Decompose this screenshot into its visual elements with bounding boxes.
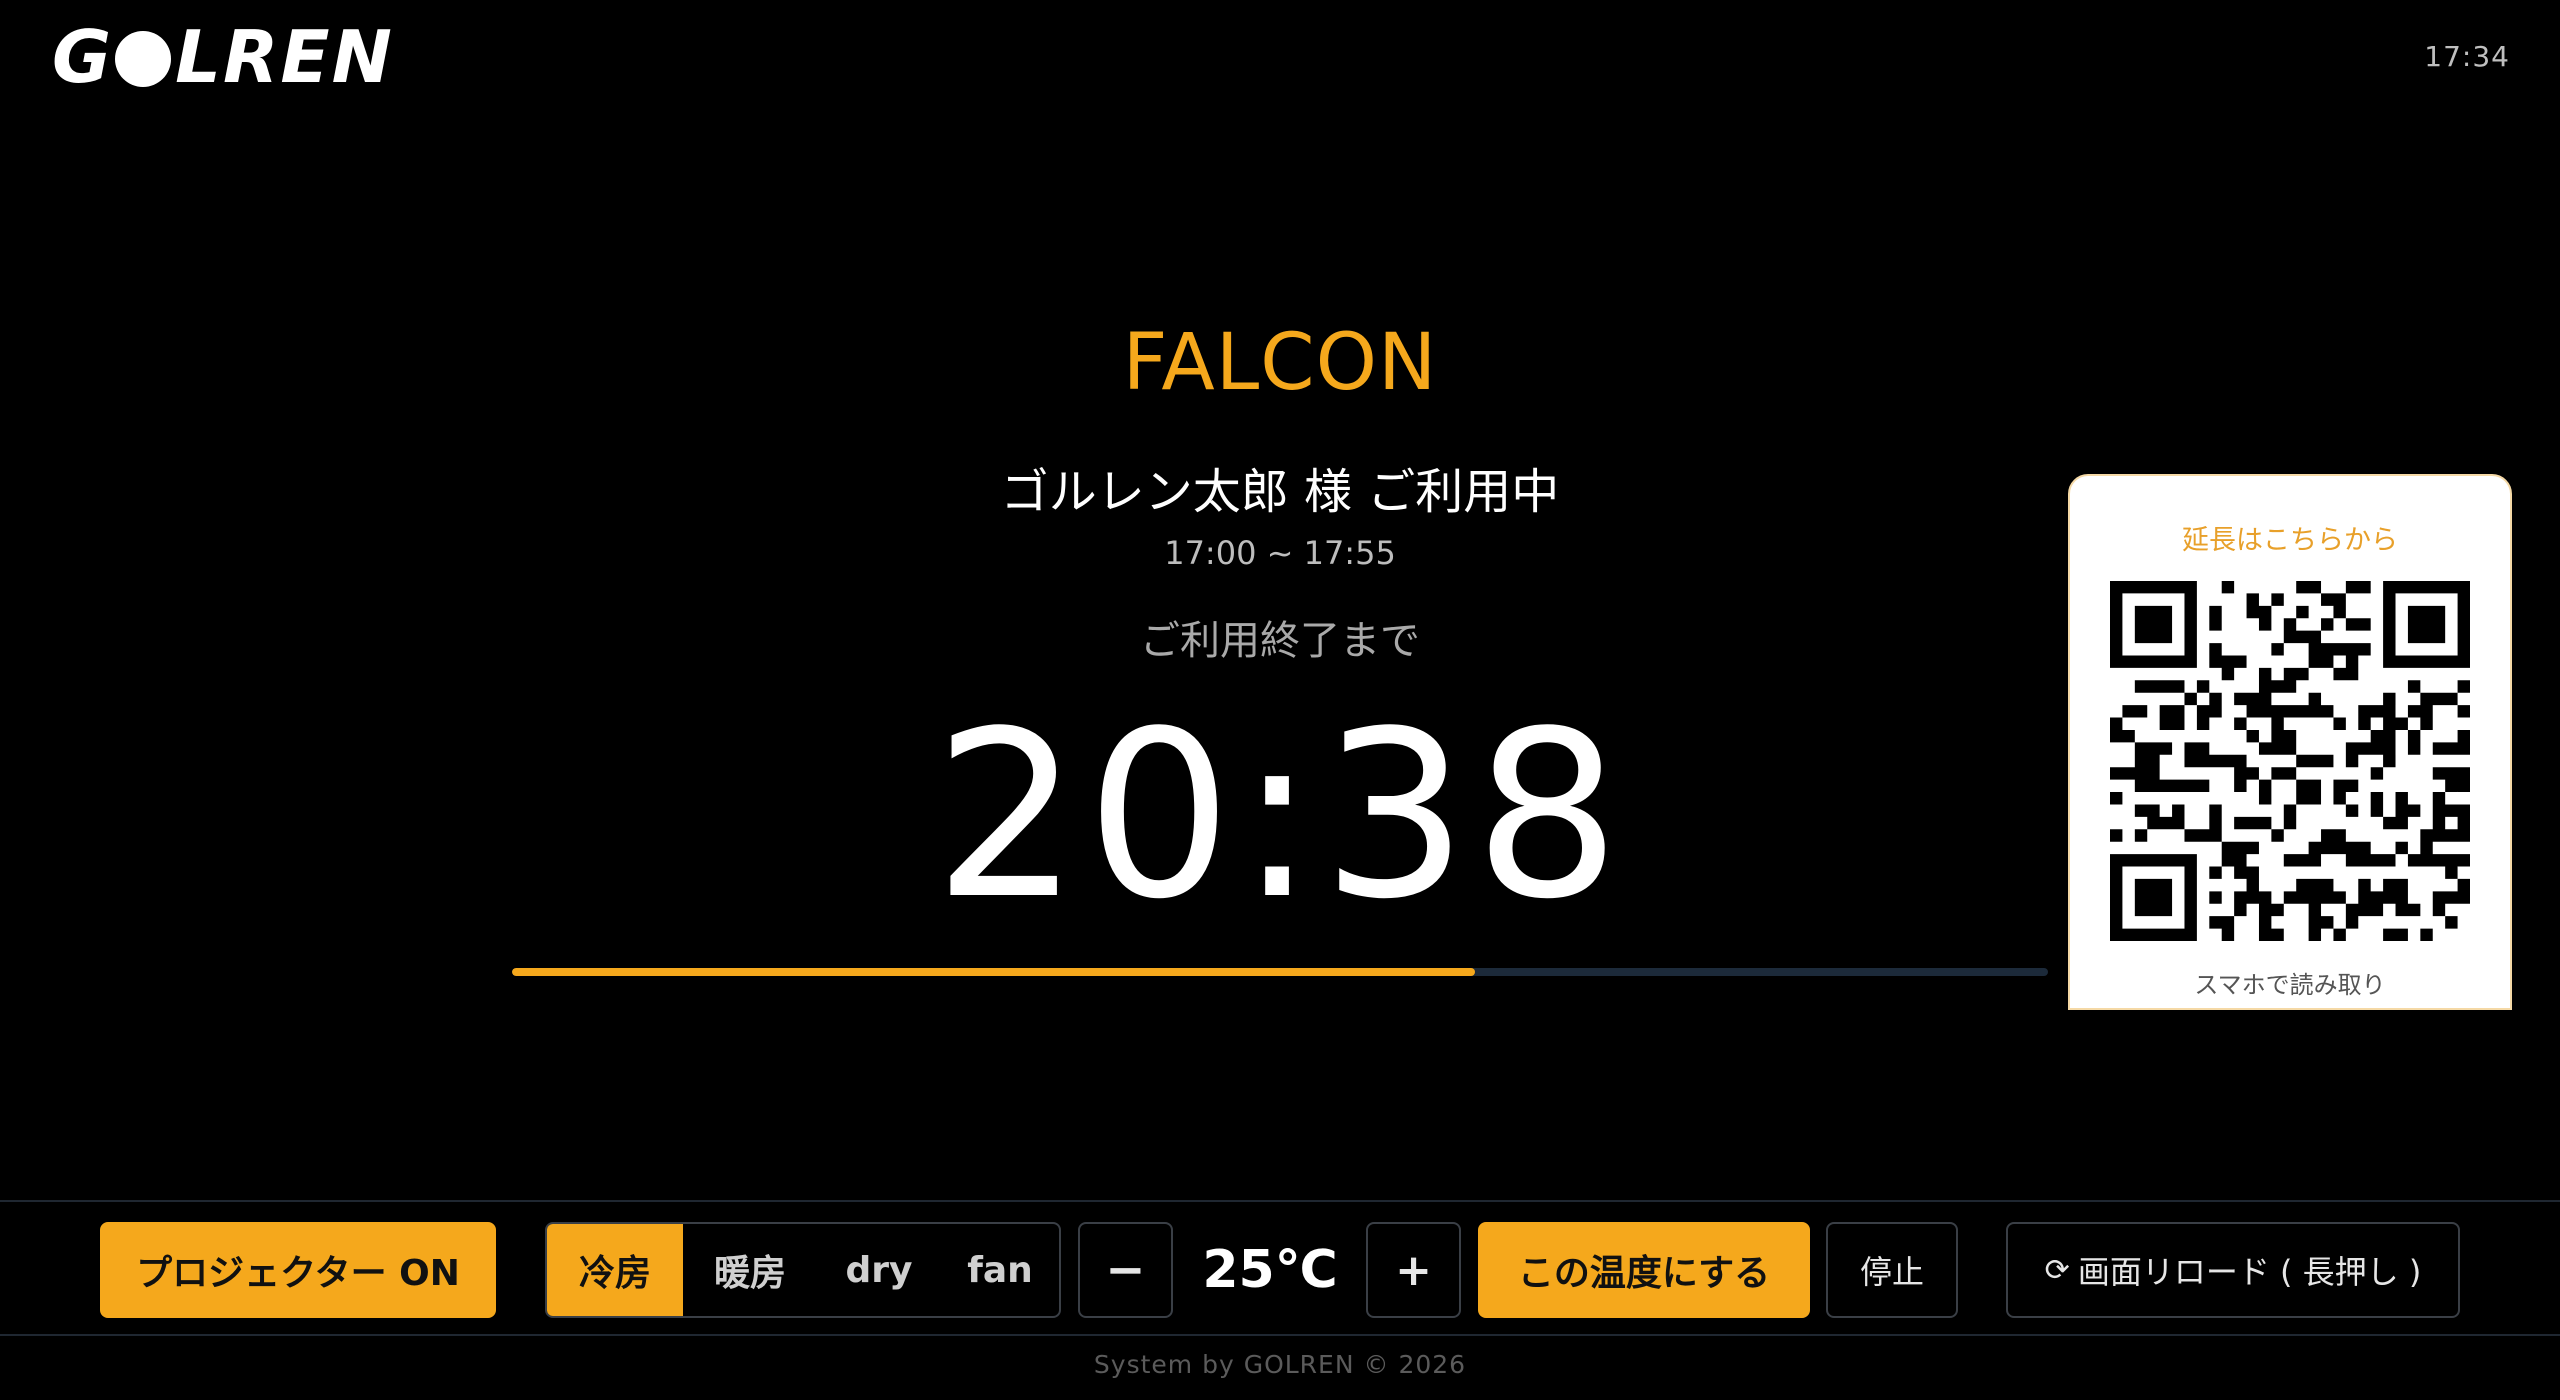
projector-on-button[interactable]: プロジェクター ON bbox=[100, 1222, 496, 1318]
qr-modules bbox=[2110, 581, 2470, 941]
qr-code-icon[interactable] bbox=[2110, 581, 2470, 941]
time-progress-bar bbox=[512, 968, 2048, 976]
apply-temperature-button[interactable]: この温度にする bbox=[1478, 1222, 1810, 1318]
room-name: FALCON bbox=[1122, 318, 1438, 408]
temperature-increase-button[interactable]: + bbox=[1366, 1222, 1461, 1318]
qr-code-graphic bbox=[2110, 581, 2470, 941]
logo-text-right: LREN bbox=[175, 15, 394, 99]
footer-credit: System by GOLREN © 2026 bbox=[1093, 1350, 1467, 1379]
mode-cool-button[interactable]: 冷房 bbox=[547, 1224, 683, 1316]
reload-icon: ⟳ bbox=[2044, 1252, 2070, 1288]
qr-title: 延長はこちらから bbox=[2182, 525, 2398, 556]
time-progress-fill bbox=[512, 968, 1476, 976]
reload-screen-button[interactable]: ⟳ 画面リロード ( 長押し ) bbox=[2006, 1222, 2460, 1318]
temperature-decrease-button[interactable]: − bbox=[1078, 1222, 1173, 1318]
logo-dot-icon bbox=[115, 31, 172, 87]
logo-text-left: G bbox=[52, 15, 114, 99]
ac-mode-selector: 冷房 暖房 dry fan bbox=[545, 1222, 1061, 1318]
control-bar: プロジェクター ON 冷房 暖房 dry fan − 25℃ + この温度にする… bbox=[0, 1200, 2560, 1336]
mode-fan-button[interactable]: fan bbox=[941, 1224, 1059, 1316]
extension-qr-card: 延長はこちらから スマホで読み取り bbox=[2068, 474, 2512, 1010]
reload-label: 画面リロード ( 長押し ) bbox=[2077, 1253, 2422, 1291]
mode-heat-button[interactable]: 暖房 bbox=[683, 1224, 817, 1316]
temperature-value: 25℃ bbox=[1202, 1240, 1338, 1300]
ac-stop-button[interactable]: 停止 bbox=[1826, 1222, 1958, 1318]
qr-caption: スマホで読み取り bbox=[2194, 971, 2386, 999]
kiosk-screen: G LREN 17:34 FALCON ゴルレン太郎 様 ご利用中 17:00 … bbox=[0, 0, 2560, 1400]
mode-dry-button[interactable]: dry bbox=[817, 1224, 941, 1316]
current-time: 17:34 bbox=[2424, 40, 2510, 73]
golren-logo: G LREN bbox=[52, 15, 394, 99]
